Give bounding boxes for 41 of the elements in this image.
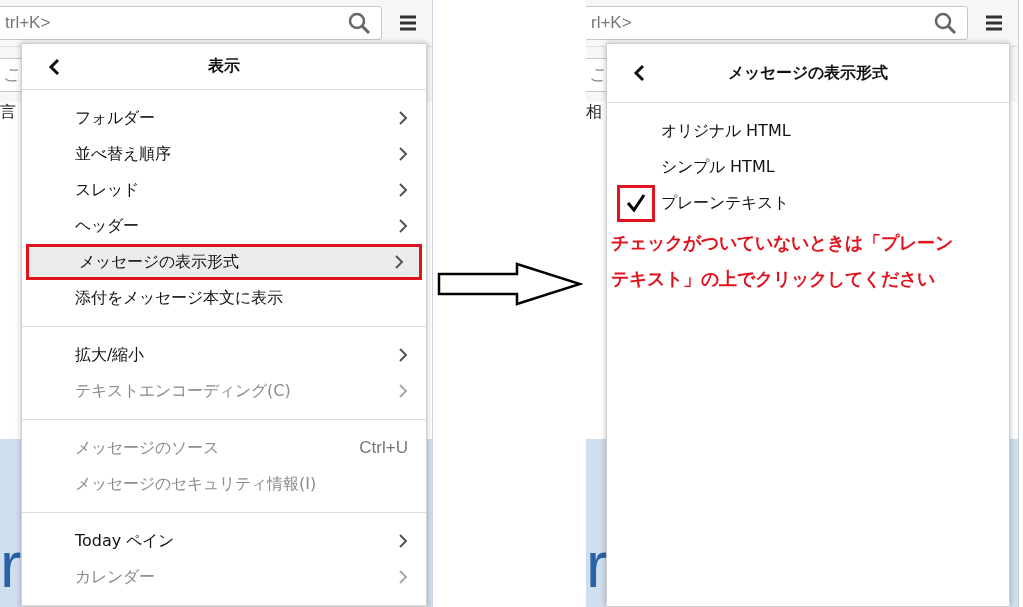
- field-text: こ: [589, 63, 606, 86]
- menu-icon[interactable]: [984, 13, 1004, 33]
- menu-item[interactable]: オリジナル HTML: [607, 113, 1009, 149]
- menu-item[interactable]: シンプル HTML: [607, 149, 1009, 185]
- field-text: こ: [3, 63, 20, 86]
- search-icon: [347, 11, 371, 35]
- chevron-right-icon: [398, 183, 408, 197]
- chevron-left-icon: [48, 57, 60, 76]
- search-icon: [933, 11, 957, 35]
- column-header-text: 相: [586, 102, 602, 121]
- chevron-right-icon: [398, 219, 408, 233]
- menu-icon[interactable]: [398, 13, 418, 33]
- chevron-right-icon: [398, 570, 408, 584]
- menu-item[interactable]: 添付をメッセージ本文に表示: [22, 280, 426, 316]
- chevron-right-icon: [398, 348, 408, 362]
- menu-item[interactable]: スレッド: [22, 172, 426, 208]
- search-placeholder: rl+K>: [591, 13, 632, 33]
- chevron-right-icon: [398, 147, 408, 161]
- menu-item[interactable]: プレーンテキスト: [607, 185, 1009, 221]
- right-arrow-icon: [436, 261, 583, 306]
- search-field[interactable]: trl+K>: [0, 6, 382, 40]
- menu-title: 表示: [207, 56, 241, 77]
- column-header-text: 言: [0, 102, 16, 121]
- instruction-note: チェックがついていないときは「プレーンテキスト」の上でクリックしてください: [611, 231, 954, 291]
- chevron-right-icon: [398, 534, 408, 548]
- menu-item[interactable]: メッセージの表示形式: [26, 244, 422, 280]
- menu-item[interactable]: ヘッダー: [22, 208, 426, 244]
- chevron-left-icon: [633, 64, 645, 82]
- menu-item[interactable]: 拡大/縮小: [22, 337, 426, 373]
- banner-text: r: [586, 533, 608, 603]
- search-placeholder: trl+K>: [5, 13, 51, 33]
- menu-item[interactable]: 並べ替え順序: [22, 136, 426, 172]
- chevron-right-icon: [398, 384, 408, 398]
- menu-item[interactable]: フォルダー: [22, 100, 426, 136]
- shortcut-text: Ctrl+U: [359, 438, 408, 458]
- search-field[interactable]: rl+K>: [586, 6, 968, 40]
- chevron-right-icon: [394, 255, 404, 269]
- menu-item[interactable]: Today ペイン: [22, 523, 426, 559]
- chevron-right-icon: [398, 111, 408, 125]
- menu-title: メッセージの表示形式: [727, 62, 889, 84]
- banner-text: r: [0, 533, 22, 603]
